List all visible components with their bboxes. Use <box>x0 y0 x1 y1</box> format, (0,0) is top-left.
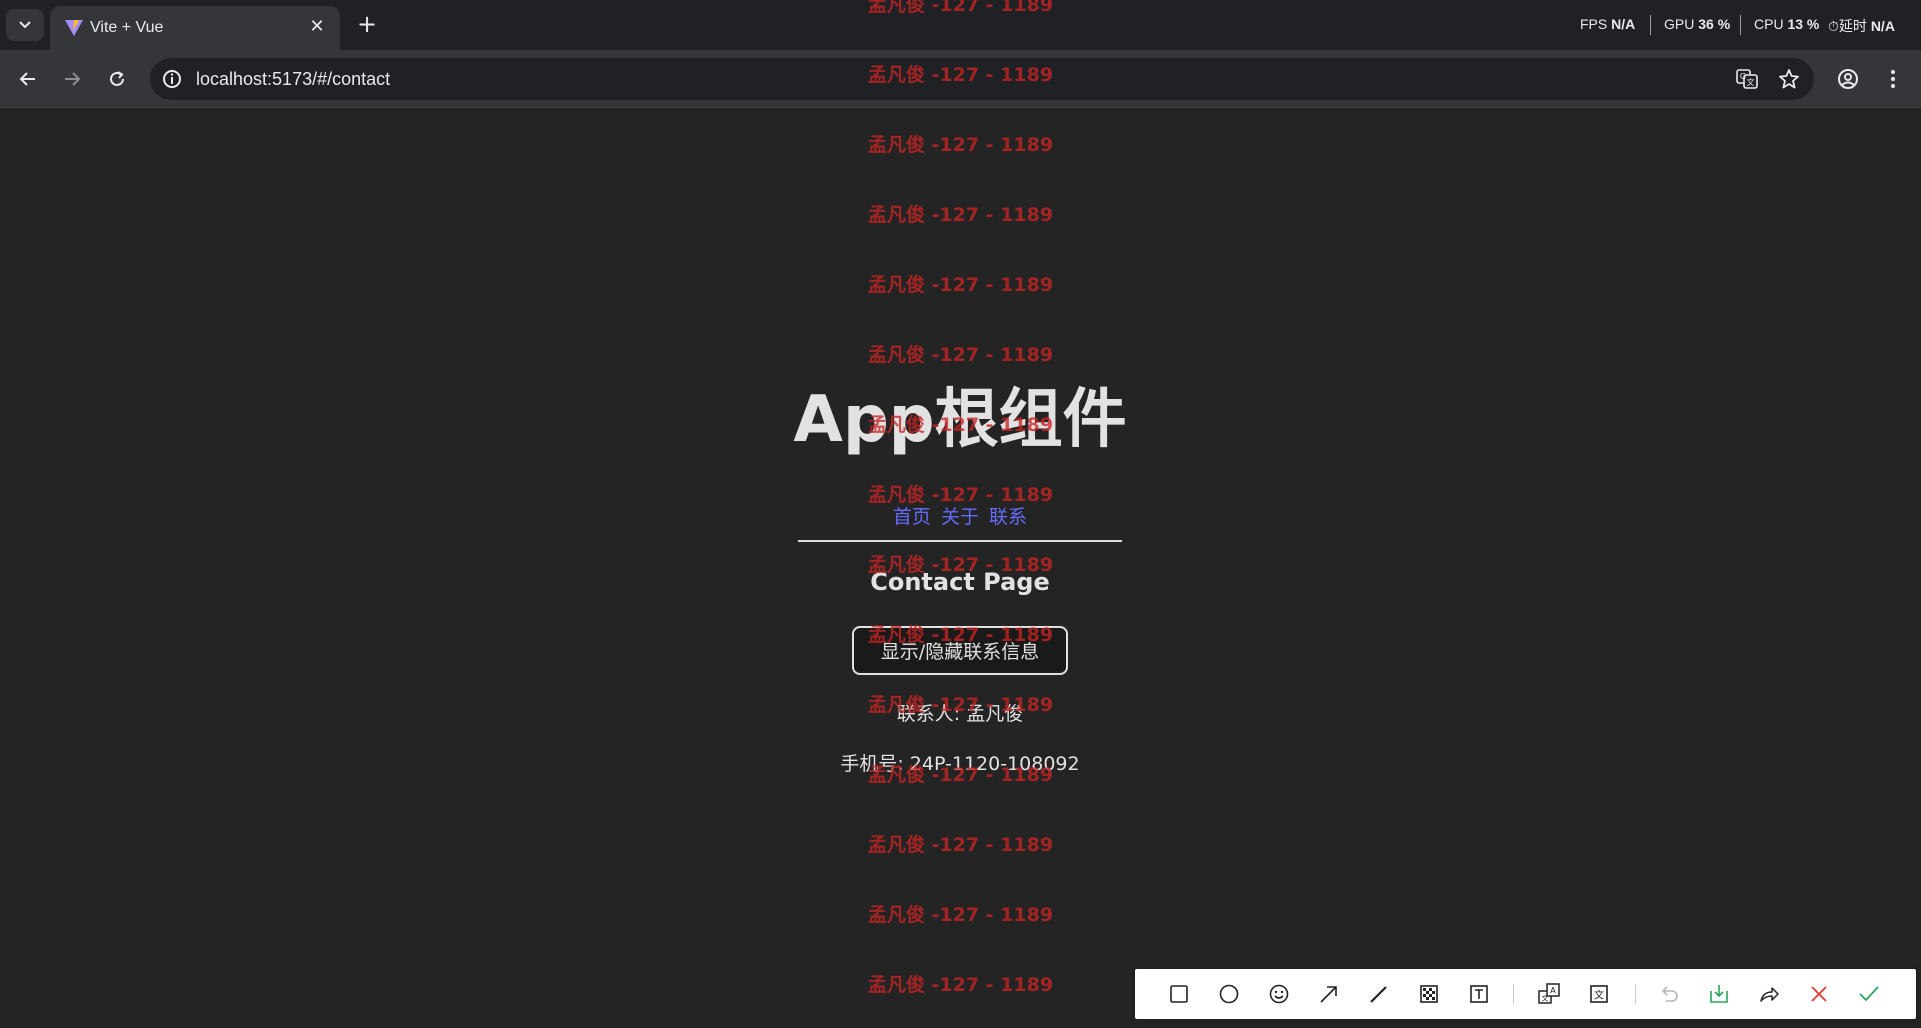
svg-text:文: 文 <box>1594 989 1604 1002</box>
arrow-icon <box>1320 986 1337 1003</box>
ellipse-icon <box>1219 984 1239 1004</box>
annotation-tool[interactable] <box>1165 980 1193 1008</box>
tab-title: Vite + Vue <box>90 19 164 36</box>
perf-divider <box>1650 15 1651 35</box>
vite-logo-icon <box>65 20 83 36</box>
annotation-tool[interactable] <box>1855 980 1883 1008</box>
page-heading: Contact Page <box>870 568 1050 596</box>
forward-button[interactable] <box>56 63 88 95</box>
browser-toolbar: localhost:5173/#/contact 文G <box>0 50 1921 108</box>
text-icon <box>1470 985 1488 1003</box>
browser-tab[interactable]: Vite + Vue ✕ <box>50 6 340 50</box>
more-vert-icon <box>1891 70 1895 88</box>
translate-icon: A文 <box>1538 983 1560 1004</box>
watermark-text: 孟凡俊 -127 - 1189 <box>867 904 1054 926</box>
nav-divider <box>798 540 1122 542</box>
contact-person: 联系人: 孟凡俊 <box>896 703 1024 725</box>
annotation-tool[interactable]: 文 <box>1585 980 1613 1008</box>
route-nav: 首页 关于 联系 <box>798 502 1122 529</box>
annotation-tool[interactable] <box>1705 980 1733 1008</box>
bookmark-star-icon[interactable] <box>1777 67 1801 91</box>
cpu-readout: CPU 13 % <box>1754 16 1820 32</box>
tab-search-button[interactable] <box>6 9 44 41</box>
new-tab-button[interactable]: + <box>352 10 382 40</box>
watermark-text: 孟凡俊 -127 - 1189 <box>867 134 1054 156</box>
gpu-readout: GPU 36 % <box>1664 16 1731 32</box>
tab-close-icon[interactable]: ✕ <box>306 16 328 38</box>
screen: Vite + Vue ✕ + FPS N/A GPU 36 % CPU 13 %… <box>0 0 1921 1028</box>
reload-button[interactable] <box>101 63 133 95</box>
annotation-tool[interactable] <box>1465 980 1493 1008</box>
app-title: App根组件 <box>793 383 1127 457</box>
watermark-text: 孟凡俊 -127 - 1189 <box>867 204 1054 226</box>
profile-button[interactable] <box>1832 63 1864 95</box>
arrow-right-icon <box>65 72 81 86</box>
annotation-tool[interactable] <box>1655 980 1683 1008</box>
watermark-text: 孟凡俊 -127 - 1189 <box>867 834 1054 856</box>
back-button[interactable] <box>12 63 44 95</box>
annotation-tool[interactable] <box>1805 980 1833 1008</box>
tab-strip: Vite + Vue ✕ + FPS N/A GPU 36 % CPU 13 %… <box>0 0 1921 50</box>
annotation-tool[interactable] <box>1755 980 1783 1008</box>
profile-icon <box>1838 69 1858 89</box>
contact-phone: 手机号: 24P-1120-108092 <box>840 753 1080 775</box>
svg-text:文: 文 <box>1542 994 1549 1003</box>
confirm-icon <box>1859 986 1879 1002</box>
annotation-tool[interactable] <box>1215 980 1243 1008</box>
nav-link-about[interactable]: 关于 <box>941 506 979 528</box>
nav-link-contact[interactable]: 联系 <box>989 506 1027 528</box>
emoji-icon <box>1269 984 1289 1004</box>
url-text: localhost:5173/#/contact <box>196 69 391 89</box>
toolbar-divider <box>0 107 1921 108</box>
svg-text:文: 文 <box>1747 77 1755 87</box>
toolbar-separator <box>1513 984 1514 1004</box>
save-icon <box>1710 985 1728 1003</box>
fps-readout: FPS N/A <box>1580 16 1636 32</box>
chevron-down-icon <box>19 21 31 29</box>
cancel-icon <box>1811 986 1827 1002</box>
watermark-text: 孟凡俊 -127 - 1189 <box>867 274 1054 296</box>
nav-link-home[interactable]: 首页 <box>893 506 931 528</box>
annotation-toolbar: A文 文 <box>1135 969 1916 1019</box>
address-bar[interactable]: localhost:5173/#/contact 文G <box>150 58 1814 100</box>
annotation-tool[interactable] <box>1315 980 1343 1008</box>
mosaic-icon <box>1420 985 1438 1003</box>
pen-icon <box>1370 986 1387 1003</box>
latency-icon: ⏱ <box>1828 18 1839 34</box>
arrow-left-icon <box>19 72 35 86</box>
reload-icon <box>110 71 124 86</box>
annotation-tool[interactable]: A文 <box>1535 980 1563 1008</box>
annotation-tool[interactable] <box>1365 980 1393 1008</box>
rectangle-icon <box>1170 985 1188 1003</box>
latency-readout: ⏱延时 N/A <box>1828 18 1895 34</box>
annotation-tool[interactable] <box>1265 980 1293 1008</box>
ocr-icon: 文 <box>1590 985 1608 1003</box>
svg-text:A: A <box>1550 986 1556 995</box>
browser-menu-button[interactable] <box>1877 63 1909 95</box>
translate-page-icon[interactable]: 文G <box>1735 67 1759 91</box>
watermark-text: 孟凡俊 -127 - 1189 <box>867 344 1054 366</box>
toolbar-separator <box>1635 984 1636 1004</box>
perf-divider <box>1740 15 1741 35</box>
toggle-contact-info-button[interactable]: 显示/隐藏联系信息 <box>852 626 1068 675</box>
annotation-tool[interactable] <box>1415 980 1443 1008</box>
svg-text:G: G <box>1740 72 1746 81</box>
undo-icon <box>1661 986 1678 1002</box>
share-icon <box>1760 987 1779 1002</box>
site-info-icon <box>163 70 181 88</box>
